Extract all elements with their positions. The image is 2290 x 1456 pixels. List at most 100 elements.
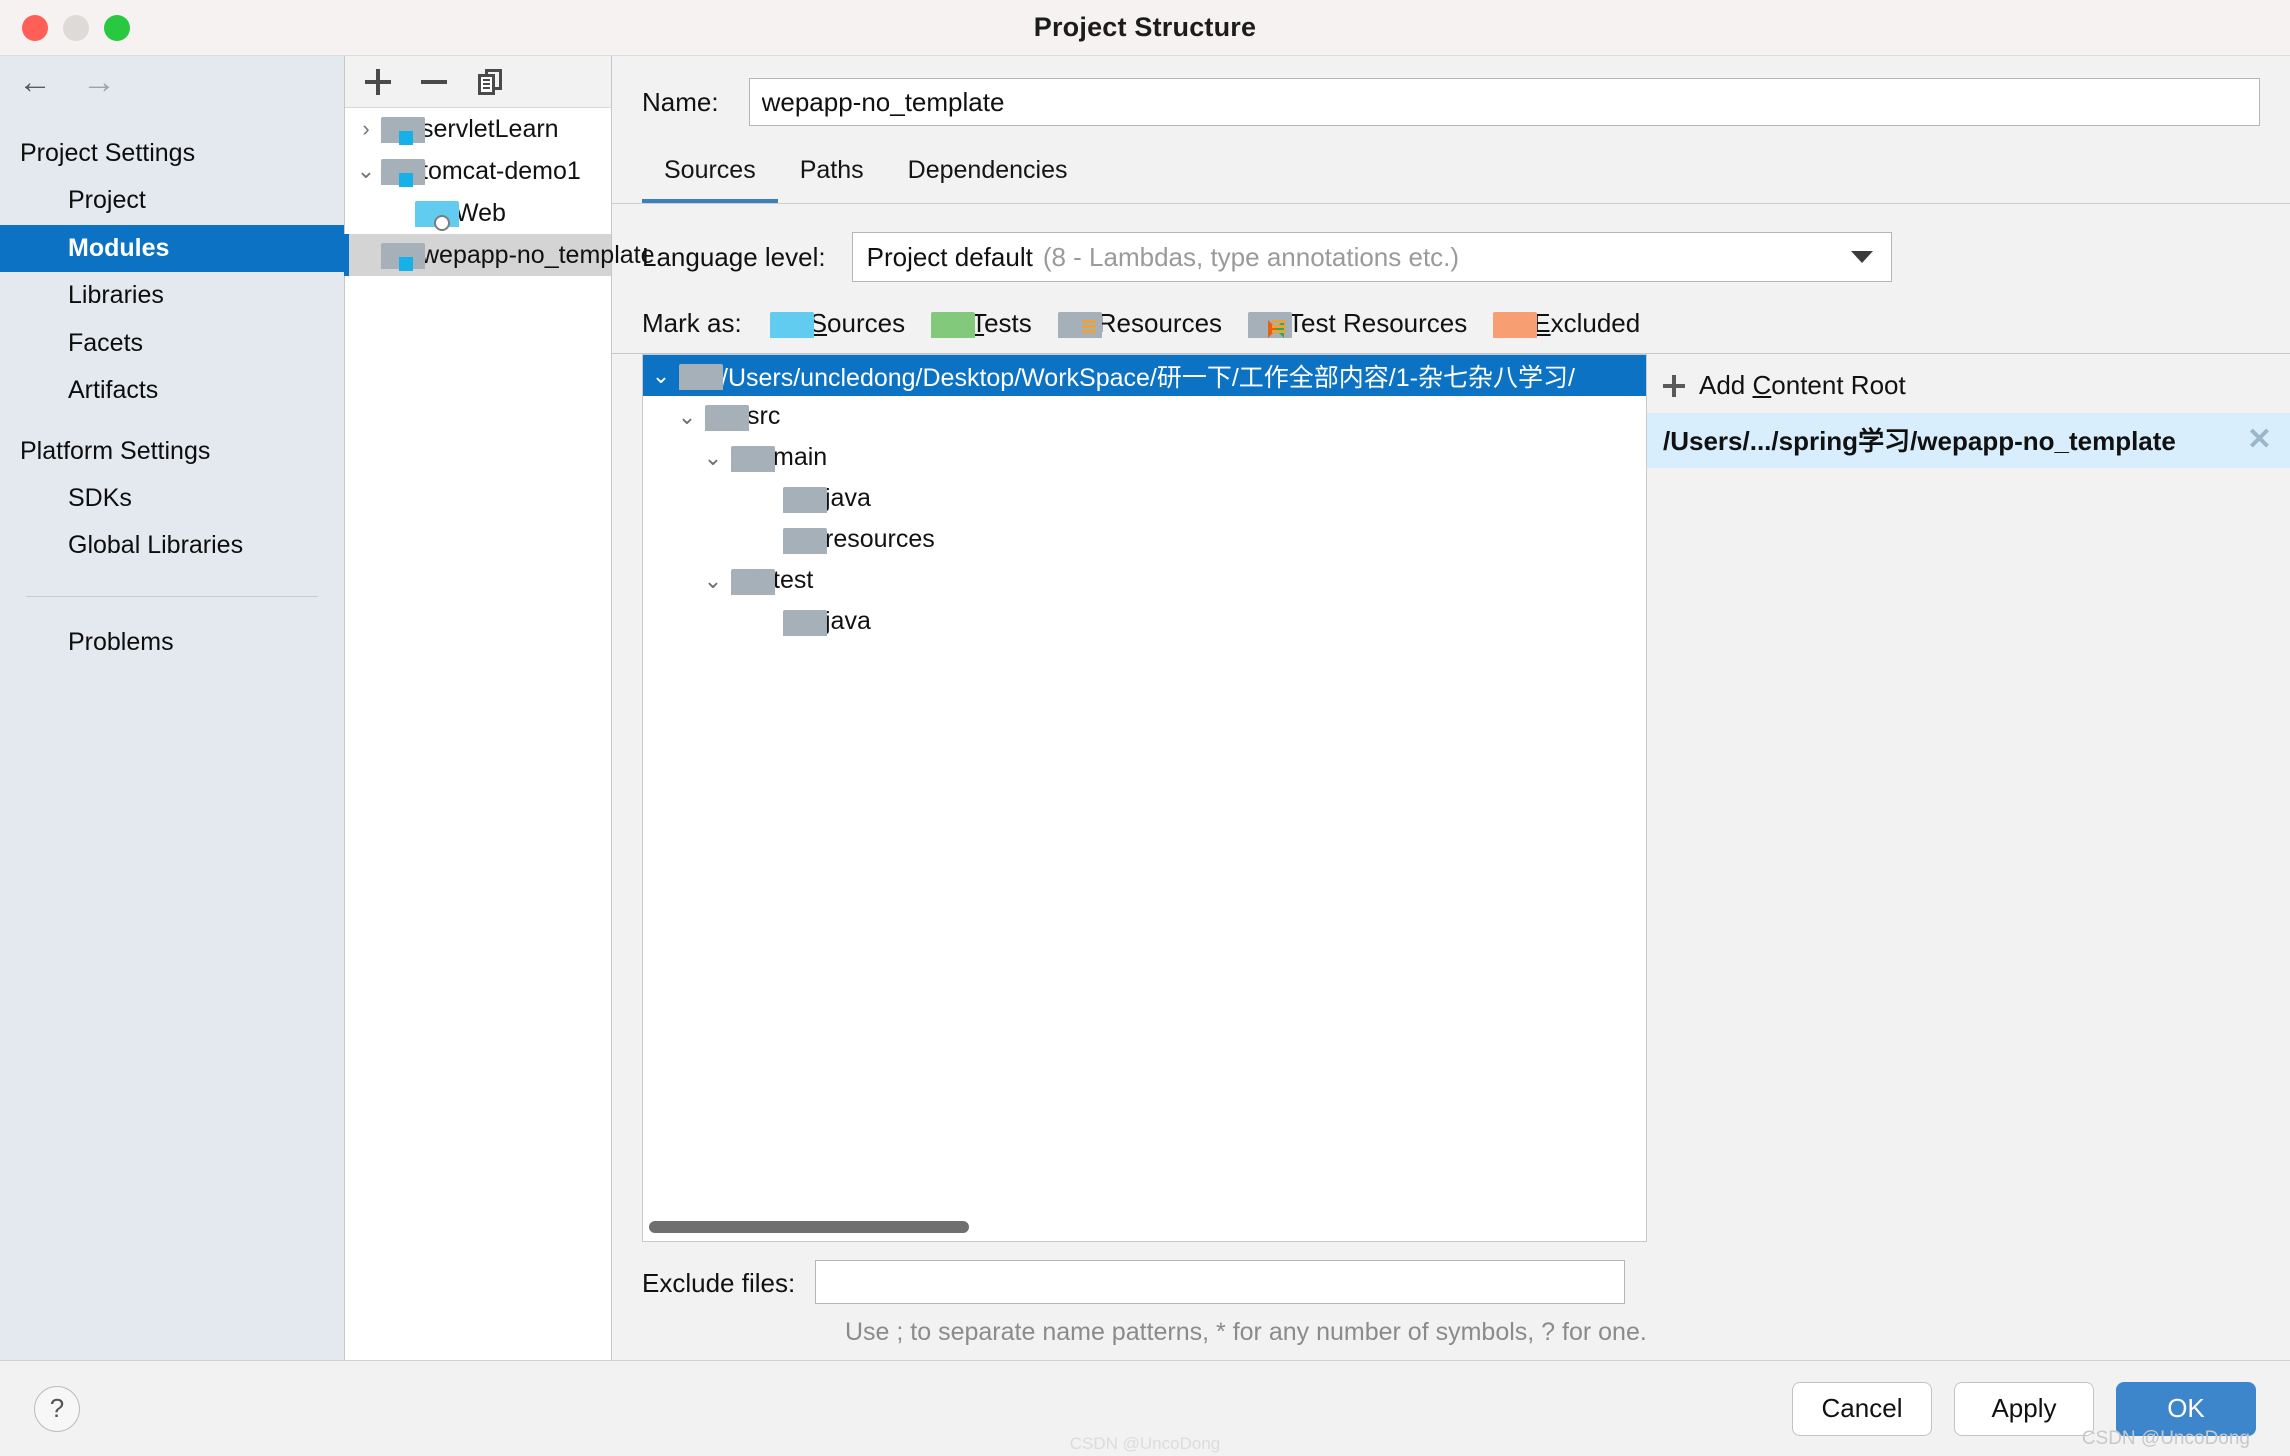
folder-icon — [705, 404, 749, 431]
module-tree-item-servletlearn[interactable]: › servletLearn — [345, 108, 611, 150]
sidebar-item-libraries[interactable]: Libraries — [0, 272, 344, 320]
language-level-value: Project default — [866, 241, 1033, 272]
minus-icon — [421, 79, 447, 84]
chevron-down-icon — [1850, 251, 1873, 263]
module-folder-icon — [381, 243, 425, 271]
add-module-button[interactable] — [363, 67, 393, 97]
copy-module-button[interactable] — [475, 67, 505, 97]
sidebar-item-modules[interactable]: Modules — [0, 224, 344, 272]
tree-row-main-resources[interactable]: resources — [643, 519, 1646, 560]
exclude-files-label: Exclude files: — [642, 1268, 796, 1299]
add-content-root-prefix: Add — [1699, 370, 1753, 400]
chevron-down-icon[interactable]: ⌄ — [695, 445, 731, 471]
tab-dependencies[interactable]: Dependencies — [886, 148, 1090, 203]
folder-resources-icon — [1057, 311, 1102, 338]
module-tree-item-web[interactable]: Web — [345, 192, 611, 234]
content-roots-list-panel: Add Content Root /Users/.../spring学习/wep… — [1647, 354, 2290, 1243]
folder-name: java — [825, 607, 871, 635]
mark-as-row: Mark as: Sources Tests Resources Test Re… — [612, 282, 2290, 339]
content-root-path: /Users/uncledong/Desktop/WorkSpace/研一下/工… — [721, 363, 1575, 392]
language-level-dropdown[interactable]: Project default (8 - Lambdas, type annot… — [851, 232, 1892, 282]
folder-green-icon — [931, 311, 976, 338]
cancel-button[interactable]: Cancel — [1792, 1381, 1932, 1436]
sidebar-item-facets[interactable]: Facets — [0, 320, 344, 368]
content-root-row[interactable]: ⌄ /Users/uncledong/Desktop/WorkSpace/研一下… — [643, 355, 1646, 396]
back-arrow-icon[interactable]: ← — [18, 65, 52, 99]
editor-tabs: Sources Paths Dependencies — [612, 126, 2290, 204]
tab-sources[interactable]: Sources — [642, 148, 778, 203]
plus-icon — [1663, 374, 1685, 397]
apply-button[interactable]: Apply — [1954, 1381, 2094, 1436]
dialog-body: ← → Project Settings Project Modules Lib… — [0, 56, 2290, 1360]
copy-icon — [478, 68, 502, 95]
module-folder-icon — [381, 159, 425, 187]
folder-icon — [679, 363, 723, 390]
folder-name: src — [747, 402, 781, 430]
content-root-tree: ⌄ /Users/uncledong/Desktop/WorkSpace/研一下… — [642, 354, 1647, 1243]
module-tree-item-wepapp-no-template[interactable]: wepapp-no_template — [344, 234, 655, 276]
tab-paths[interactable]: Paths — [778, 148, 886, 203]
name-row: Name: — [612, 56, 2290, 126]
remove-module-button[interactable] — [419, 67, 449, 97]
tree-row-test[interactable]: ⌄ test — [643, 560, 1646, 601]
add-content-root-mnemonic: C — [1752, 370, 1772, 400]
sidebar-divider — [26, 595, 318, 597]
folder-name: test — [773, 566, 814, 594]
tree-row-main-java[interactable]: java — [643, 478, 1646, 519]
mark-as-tests-label: ests — [984, 308, 1032, 338]
folder-name: main — [773, 443, 828, 471]
mark-as-test-resources-label: Test Resources — [1288, 308, 1468, 338]
module-name: wepapp-no_template — [421, 240, 655, 269]
folder-icon — [731, 445, 775, 472]
mark-as-label: Mark as: — [642, 308, 742, 338]
sidebar-item-artifacts[interactable]: Artifacts — [0, 367, 344, 415]
project-structure-dialog: Project Structure ← → Project Settings P… — [0, 0, 2290, 1456]
chevron-down-icon[interactable]: ⌄ — [669, 404, 705, 430]
horizontal-scrollbar[interactable] — [649, 1221, 969, 1234]
chevron-right-icon[interactable]: › — [351, 116, 381, 142]
tree-row-main[interactable]: ⌄ main — [643, 437, 1646, 478]
add-content-root-suffix: ontent Root — [1771, 370, 1906, 400]
sidebar-item-project[interactable]: Project — [0, 177, 344, 225]
web-facet-icon — [415, 201, 459, 231]
exclude-files-row: Exclude files: — [642, 1260, 2260, 1305]
sidebar-item-global-libraries[interactable]: Global Libraries — [0, 522, 344, 570]
exclude-files-block: Exclude files: Use ; to separate name pa… — [612, 1242, 2290, 1360]
remove-content-root-icon[interactable]: ✕ — [2247, 424, 2272, 455]
forward-arrow-icon[interactable]: → — [82, 65, 116, 99]
add-content-root-button[interactable]: Add Content Root — [1647, 354, 2290, 413]
sidebar-item-sdks[interactable]: SDKs — [0, 475, 344, 523]
nav-arrows: ← → — [0, 56, 344, 108]
folder-name: resources — [825, 525, 935, 553]
chevron-down-icon[interactable]: ⌄ — [695, 568, 731, 594]
mark-as-sources-button[interactable]: Sources — [769, 308, 906, 339]
tree-row-test-java[interactable]: java — [643, 601, 1646, 642]
exclude-files-input[interactable] — [815, 1260, 1626, 1305]
module-name: servletLearn — [421, 114, 559, 143]
window-title: Project Structure — [1033, 12, 1257, 42]
mark-as-tests-button[interactable]: Tests — [931, 308, 1032, 339]
plus-icon — [365, 68, 391, 95]
exclude-files-hint: Use ; to separate name patterns, * for a… — [845, 1318, 1647, 1347]
content-root-list-item[interactable]: /Users/.../spring学习/wepapp-no_template ✕ — [1647, 413, 2290, 468]
sidebar-item-problems[interactable]: Problems — [0, 619, 344, 667]
folder-icon — [783, 486, 827, 513]
sidebar-group-project-settings: Project Settings — [20, 139, 196, 167]
mark-as-sources-label: ources — [827, 308, 906, 338]
mark-as-excluded-button[interactable]: Excluded — [1493, 308, 1640, 339]
title-bar: Project Structure — [0, 0, 2290, 56]
mark-as-test-resources-button[interactable]: Test Resources — [1248, 308, 1467, 339]
mark-as-resources-button[interactable]: Resources — [1057, 308, 1222, 339]
bottom-watermark: CSDN @UncoDong — [1069, 1434, 1221, 1453]
folder-name: java — [825, 484, 871, 512]
tree-row-src[interactable]: ⌄ src — [643, 396, 1646, 437]
modules-tree-panel: › servletLearn ⌄ tomcat-demo1 Web wepapp… — [344, 56, 655, 1360]
module-tree-item-tomcat-demo1[interactable]: ⌄ tomcat-demo1 — [345, 150, 611, 192]
module-name-input[interactable] — [748, 78, 2260, 126]
help-button[interactable]: ? — [34, 1385, 80, 1432]
content-root-tree-scroll: ⌄ /Users/uncledong/Desktop/WorkSpace/研一下… — [643, 355, 1646, 1241]
chevron-down-icon[interactable]: ⌄ — [643, 363, 679, 389]
chevron-down-icon[interactable]: ⌄ — [351, 158, 381, 184]
folder-orange-icon — [1493, 311, 1538, 338]
sidebar-nav-list: Project Settings Project Modules Librari… — [0, 108, 344, 666]
